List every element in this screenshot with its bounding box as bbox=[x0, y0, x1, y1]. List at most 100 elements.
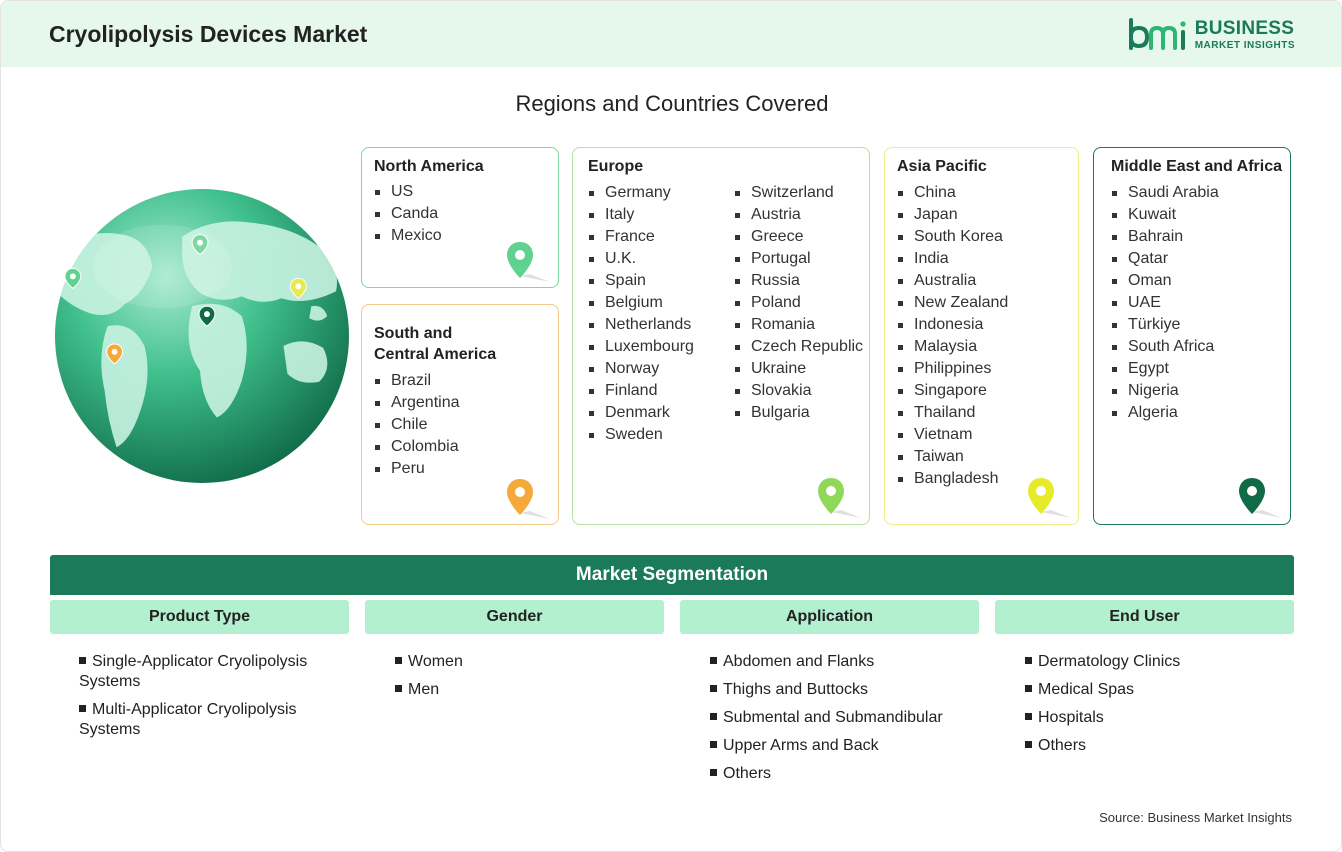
segment-list-end-user: Dermatology Clinics Medical Spas Hospita… bbox=[1025, 652, 1285, 764]
segmentation-title: Market Segmentation bbox=[50, 555, 1294, 595]
location-pin-icon bbox=[1028, 478, 1071, 518]
list-item-label: Submental and Submandibular bbox=[723, 709, 943, 726]
list-item: Medical Spas bbox=[1025, 680, 1285, 700]
list-item: Others bbox=[1025, 736, 1285, 756]
list-item: Single-Applicator Cryolipolysis Systems bbox=[79, 652, 339, 692]
list-item: Japan bbox=[898, 204, 1008, 226]
list-item: Netherlands bbox=[589, 314, 694, 336]
source-note: Source: Business Market Insights bbox=[1099, 810, 1292, 825]
list-item-label: Upper Arms and Back bbox=[723, 737, 879, 754]
list-item: Bahrain bbox=[1112, 226, 1219, 248]
list-item-label: Men bbox=[408, 681, 440, 698]
segment-list-product-type: Single-Applicator Cryolipolysis Systems … bbox=[79, 652, 339, 748]
list-item: Chile bbox=[375, 414, 460, 436]
list-item: Kuwait bbox=[1112, 204, 1219, 226]
logo-text-market-insights: MARKET INSIGHTS bbox=[1194, 40, 1295, 51]
list-item: Bangladesh bbox=[898, 468, 1008, 490]
list-item: New Zealand bbox=[898, 292, 1008, 314]
location-pin-icon bbox=[507, 479, 550, 519]
list-item: Abdomen and Flanks bbox=[710, 652, 980, 672]
list-item: Sweden bbox=[589, 424, 694, 446]
list-item: China bbox=[898, 182, 1008, 204]
location-pin-icon bbox=[507, 242, 550, 282]
list-item: Canda bbox=[375, 203, 442, 225]
globe-icon bbox=[54, 188, 350, 484]
list-item: Philippines bbox=[898, 358, 1008, 380]
list-item: Slovakia bbox=[735, 380, 863, 402]
segment-header-gender: Gender bbox=[365, 600, 664, 634]
list-item: Argentina bbox=[375, 392, 460, 414]
country-list-asia-pacific: China Japan South Korea India Australia … bbox=[898, 182, 1008, 490]
list-item: U.K. bbox=[589, 248, 694, 270]
list-item: South Korea bbox=[898, 226, 1008, 248]
list-item: Dermatology Clinics bbox=[1025, 652, 1285, 672]
list-item: Czech Republic bbox=[735, 336, 863, 358]
location-pin-icon bbox=[818, 478, 861, 518]
list-item-label: Women bbox=[408, 653, 463, 670]
list-item: Portugal bbox=[735, 248, 863, 270]
region-card-middle-east-africa: Middle East and Africa Saudi Arabia Kuwa… bbox=[1093, 147, 1291, 525]
list-item: US bbox=[375, 181, 442, 203]
list-item: India bbox=[898, 248, 1008, 270]
list-item: Poland bbox=[735, 292, 863, 314]
list-item: Brazil bbox=[375, 370, 460, 392]
list-item: Oman bbox=[1112, 270, 1219, 292]
list-item: Bulgaria bbox=[735, 402, 863, 424]
list-item: Peru bbox=[375, 458, 460, 480]
location-pin-icon bbox=[1239, 478, 1282, 518]
list-item: Colombia bbox=[375, 436, 460, 458]
list-item: Upper Arms and Back bbox=[710, 736, 980, 756]
list-item-label: Medical Spas bbox=[1038, 681, 1135, 698]
region-title-south-central-america: South and Central America bbox=[374, 323, 496, 365]
list-item-label: Dermatology Clinics bbox=[1038, 653, 1181, 670]
list-item: Women bbox=[395, 652, 655, 672]
logo-text-business: BUSINESS bbox=[1194, 18, 1295, 39]
region-title-europe: Europe bbox=[588, 158, 644, 175]
list-item-label: Thighs and Buttocks bbox=[723, 681, 868, 698]
country-list-europe-col1: Germany Italy France U.K. Spain Belgium … bbox=[589, 182, 694, 446]
list-item: Ukraine bbox=[735, 358, 863, 380]
list-item: Algeria bbox=[1112, 402, 1219, 424]
list-item: Men bbox=[395, 680, 655, 700]
list-item: Finland bbox=[589, 380, 694, 402]
list-item: Taiwan bbox=[898, 446, 1008, 468]
list-item: Qatar bbox=[1112, 248, 1219, 270]
regions-title: Regions and Countries Covered bbox=[515, 91, 829, 116]
region-title-line: South and bbox=[374, 325, 453, 342]
segment-header-end-user: End User bbox=[995, 600, 1294, 634]
region-title-middle-east-africa: Middle East and Africa bbox=[1111, 158, 1282, 175]
list-item: Greece bbox=[735, 226, 863, 248]
list-item: Indonesia bbox=[898, 314, 1008, 336]
region-card-europe: Europe Germany Italy France U.K. Spain B… bbox=[572, 147, 870, 525]
list-item: Malaysia bbox=[898, 336, 1008, 358]
segment-header-product-type: Product Type bbox=[50, 600, 349, 634]
list-item-label: Others bbox=[1038, 737, 1087, 754]
list-item-label: Abdomen and Flanks bbox=[723, 653, 875, 670]
list-item: Romania bbox=[735, 314, 863, 336]
list-item: Denmark bbox=[589, 402, 694, 424]
list-item: Egypt bbox=[1112, 358, 1219, 380]
region-card-asia-pacific: Asia Pacific China Japan South Korea Ind… bbox=[884, 147, 1079, 525]
list-item-label: Single-Applicator Cryolipolysis Systems bbox=[79, 653, 308, 690]
region-card-north-america: North America US Canda Mexico bbox=[361, 147, 559, 288]
country-list-north-america: US Canda Mexico bbox=[375, 181, 442, 247]
list-item: Submental and Submandibular bbox=[710, 708, 980, 728]
list-item: Belgium bbox=[589, 292, 694, 314]
list-item: Switzerland bbox=[735, 182, 863, 204]
list-item: Hospitals bbox=[1025, 708, 1285, 728]
infographic-frame: Cryolipolysis Devices Market BUSINESS MA… bbox=[0, 0, 1342, 852]
region-card-south-central-america: South and Central America Brazil Argenti… bbox=[361, 304, 559, 525]
brand-logo: BUSINESS MARKET INSIGHTS bbox=[1127, 17, 1295, 53]
list-item: Others bbox=[710, 764, 980, 784]
list-item: Vietnam bbox=[898, 424, 1008, 446]
page-title: Cryolipolysis Devices Market bbox=[49, 21, 368, 47]
segment-list-gender: Women Men bbox=[395, 652, 655, 708]
country-list-europe-col2: Switzerland Austria Greece Portugal Russ… bbox=[735, 182, 863, 424]
region-title-asia-pacific: Asia Pacific bbox=[897, 158, 987, 175]
list-item: Austria bbox=[735, 204, 863, 226]
list-item: Multi-Applicator Cryolipolysis Systems bbox=[79, 700, 339, 740]
list-item: Thighs and Buttocks bbox=[710, 680, 980, 700]
list-item-label: Hospitals bbox=[1038, 709, 1104, 726]
list-item: Luxembourg bbox=[589, 336, 694, 358]
list-item: Spain bbox=[589, 270, 694, 292]
